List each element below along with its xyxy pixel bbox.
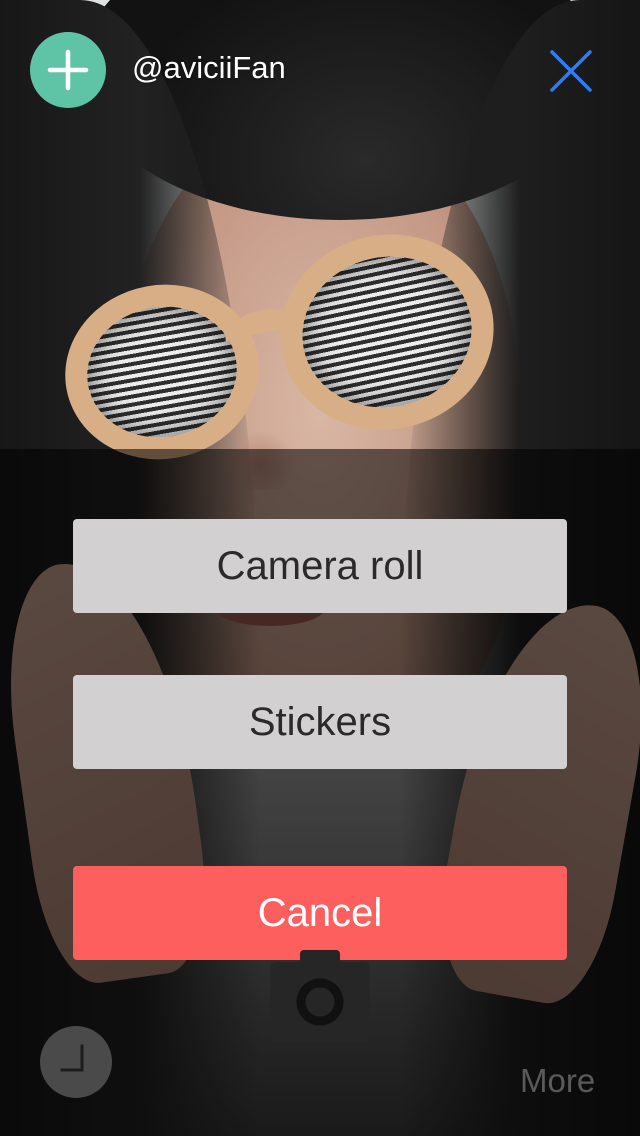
photo-lens-left [51,269,273,475]
plus-icon [47,49,89,91]
stickers-button[interactable]: Stickers [73,675,567,769]
shutter-button[interactable] [270,950,370,1042]
close-button[interactable] [540,40,602,102]
app-screen: @aviciiFan Camera roll Stickers Cancel M… [0,0,640,1136]
history-button[interactable] [40,1026,112,1098]
shutter-hump [300,950,340,964]
camera-icon [296,978,344,1026]
cancel-button[interactable]: Cancel [73,866,567,960]
add-button[interactable] [30,32,106,108]
username-label: @aviciiFan [132,50,286,85]
photo-lens-right [262,214,512,450]
more-link[interactable]: More [520,1062,595,1100]
close-icon [550,50,592,92]
photo-sunglasses [25,214,525,475]
clock-icon [60,1044,84,1072]
camera-roll-button[interactable]: Camera roll [73,519,567,613]
